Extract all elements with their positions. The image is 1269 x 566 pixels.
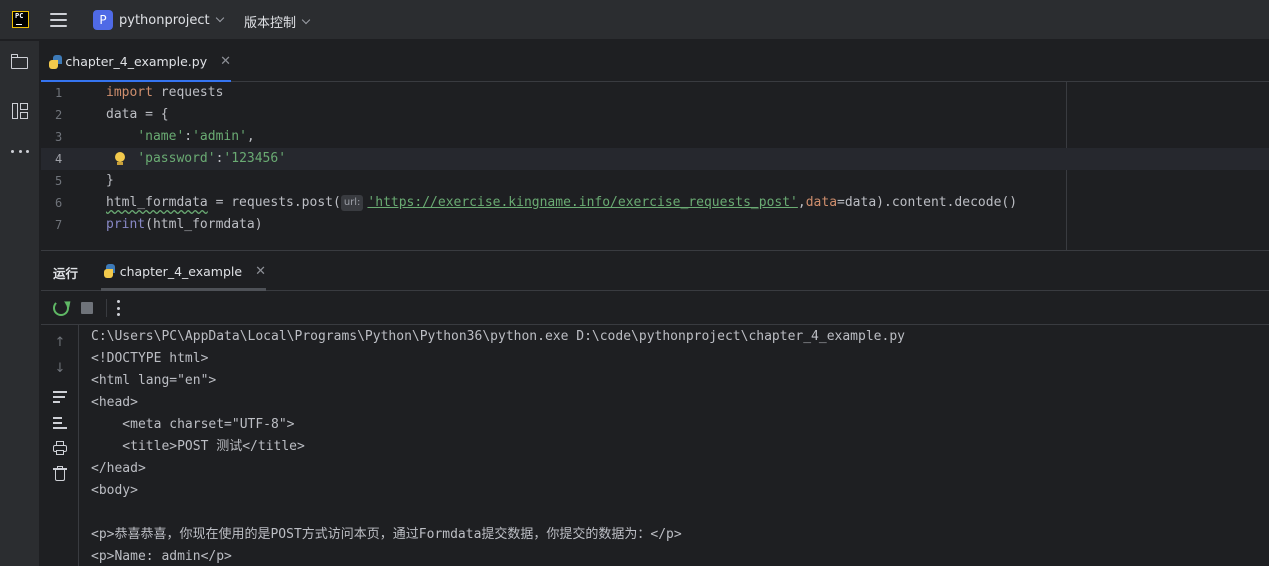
console-output-line: <!DOCTYPE html> xyxy=(91,351,209,366)
code-line: 1 import requests xyxy=(41,82,1269,104)
project-folder-icon[interactable] xyxy=(10,53,30,73)
title-bar: PC P pythonproject 版本控制 xyxy=(0,0,1269,40)
close-icon[interactable]: ✕ xyxy=(220,54,231,69)
main-menu-icon[interactable] xyxy=(50,13,67,27)
tab-label: chapter_4_example xyxy=(119,263,243,279)
tool-window-bar xyxy=(0,41,40,566)
string-literal: 'admin' xyxy=(192,129,247,144)
console-output-line: <head> xyxy=(91,395,138,410)
code-text: } xyxy=(106,173,114,188)
structure-icon[interactable] xyxy=(10,101,30,121)
tab-label: chapter_4_example.py xyxy=(65,54,208,69)
line-number: 2 xyxy=(55,108,63,122)
run-toolbar xyxy=(41,291,1269,325)
line-number: 5 xyxy=(55,174,63,188)
stop-icon[interactable] xyxy=(81,302,93,314)
project-badge: P xyxy=(93,10,113,30)
code-editor[interactable]: 1 import requests 2 data = { 3 'name':'a… xyxy=(41,82,1269,250)
console-output-line: <meta charset="UTF-8"> xyxy=(91,417,295,432)
print-icon[interactable] xyxy=(51,439,69,457)
code-text: , xyxy=(246,129,255,144)
code-line: 7 print(html_formdata) xyxy=(41,214,1269,236)
code-text: : xyxy=(184,129,193,144)
string-literal: '123456' xyxy=(223,151,287,166)
console-output-line: <p>恭喜恭喜，你现在使用的是POST方式访问本页，通过Formdata提交数据… xyxy=(91,527,682,542)
run-panel-header: 运行 chapter_4_example ✕ xyxy=(41,250,1269,291)
code-text: (html_formdata) xyxy=(145,217,263,232)
code-line-current: 4 'password':'123456' xyxy=(41,148,1269,170)
console-output-line: </head> xyxy=(91,461,146,476)
code-line: 6 html_formdata = requests.post(url:'htt… xyxy=(41,192,1269,214)
variable-name: html_formdata xyxy=(106,195,208,210)
code-text: requests xyxy=(152,85,224,100)
keyword-argument: data xyxy=(805,195,838,210)
console-output-line: <p>Name: admin</p> xyxy=(91,549,232,564)
arrow-up-icon[interactable]: ↑ xyxy=(51,334,69,352)
code-text: , xyxy=(797,195,806,210)
code-text: = requests.post( xyxy=(207,195,341,210)
console-output-line: <title>POST 测试</title> xyxy=(91,439,305,454)
python-file-icon xyxy=(49,54,62,69)
code-text: data = { xyxy=(106,107,169,122)
line-number: 3 xyxy=(55,130,63,144)
trash-icon[interactable] xyxy=(51,465,69,483)
more-options-icon[interactable] xyxy=(117,300,121,316)
string-literal: 'name' xyxy=(137,129,185,144)
keyword: import xyxy=(106,85,153,100)
rerun-icon[interactable] xyxy=(53,298,73,316)
console-side-toolbar: ↑ ↓ xyxy=(41,325,79,566)
vcs-menu[interactable]: 版本控制 xyxy=(244,12,311,31)
line-number: 7 xyxy=(55,218,63,232)
url-link[interactable]: 'https://exercise.kingname.info/exercise… xyxy=(367,195,797,210)
console-output-line: <html lang="en"> xyxy=(91,373,217,388)
chevron-down-icon xyxy=(301,15,311,24)
close-icon[interactable]: ✕ xyxy=(255,264,266,279)
editor-tab-bar: chapter_4_example.py ✕ xyxy=(41,41,1269,83)
parameter-hint: url: xyxy=(340,195,364,211)
pycharm-logo-icon: PC xyxy=(12,11,29,28)
line-number: 4 xyxy=(55,152,63,166)
run-panel-title: 运行 xyxy=(53,266,79,281)
builtin-function: print xyxy=(106,217,146,232)
python-file-icon xyxy=(103,264,115,278)
code-line: 2 data = { xyxy=(41,104,1269,126)
project-name: pythonproject xyxy=(119,12,210,28)
line-number: 6 xyxy=(55,196,63,210)
arrow-down-icon[interactable]: ↓ xyxy=(51,360,69,378)
run-console[interactable]: ↑ ↓ C:\Users\PC\AppData\Local\Programs\P… xyxy=(41,325,1269,566)
more-tools-icon[interactable] xyxy=(10,141,30,161)
code-text: =data).content.decode() xyxy=(837,195,1018,210)
console-output-line: C:\Users\PC\AppData\Local\Programs\Pytho… xyxy=(91,329,905,344)
tab-chapter-4-example-py[interactable]: chapter_4_example.py ✕ xyxy=(41,41,231,83)
scroll-to-end-icon[interactable] xyxy=(51,413,69,431)
line-number: 1 xyxy=(55,86,63,100)
string-literal: 'password' xyxy=(137,151,216,166)
soft-wrap-icon[interactable] xyxy=(51,387,69,405)
code-line: 3 'name':'admin', xyxy=(41,126,1269,148)
chevron-down-icon xyxy=(215,13,224,23)
console-output-line: <body> xyxy=(91,483,138,498)
project-selector[interactable]: P pythonproject xyxy=(93,10,224,30)
vcs-label: 版本控制 xyxy=(244,16,297,31)
toolbar-divider xyxy=(106,299,107,317)
tab-run-chapter-4-example[interactable]: chapter_4_example ✕ xyxy=(101,251,266,291)
code-line: 5 } xyxy=(41,170,1269,192)
